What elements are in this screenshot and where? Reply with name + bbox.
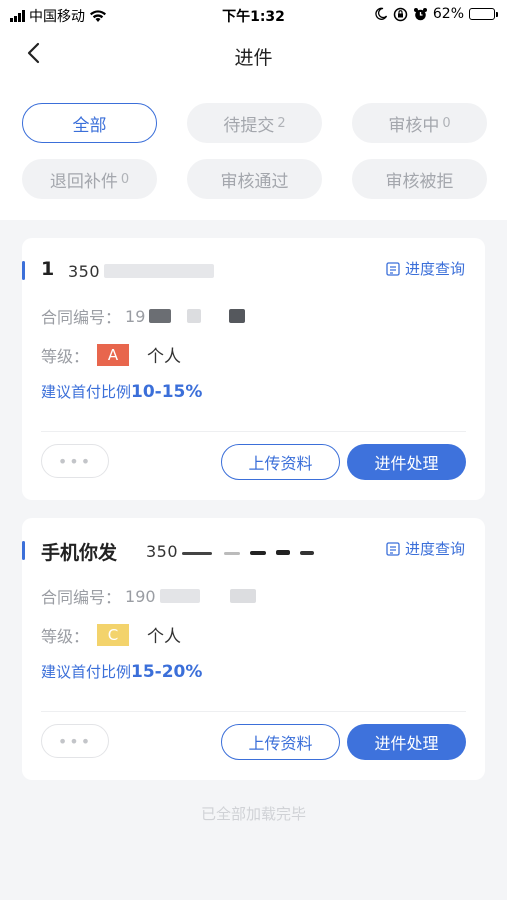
progress-query-link[interactable]: 进度查询 [385,538,465,559]
tab-label: 审核通过 [220,171,289,192]
tab-label: 退回补件 [49,171,118,192]
customer-name: 手机你发 [41,542,118,564]
redaction-mask [229,589,256,603]
grade-label: 等级： [41,626,90,646]
tab-count: 2 [277,115,286,131]
tab-pending-submit[interactable]: 待提交 2 [187,103,322,143]
grade-row: 等级： C 个人 [41,622,181,647]
process-application-button[interactable]: 进件处理 [347,724,466,760]
tab-label: 待提交 [223,115,275,136]
upload-materials-button[interactable]: 上传资料 [221,444,340,480]
contract-label: 合同编号： [41,588,122,607]
document-icon [386,541,400,556]
tab-all[interactable]: 全部 [22,103,157,143]
contract-number: 19 [125,306,146,326]
phone-number: 350 [146,542,315,561]
rotation-lock-icon [393,7,408,21]
tab-under-review[interactable]: 审核中 0 [352,103,487,143]
customer-name: 1 [41,258,55,280]
tab-count: 0 [120,171,130,187]
tab-returned[interactable]: 退回补件 0 [22,159,157,199]
battery-icon [469,8,498,20]
grade-row: 等级： A 个人 [41,342,181,367]
nav-bar: 进件 [0,30,507,80]
contract-row: 合同编号： 19 [41,304,246,328]
grade-badge: C [97,623,130,646]
down-payment-ratio: 建议首付比例15-20% [41,662,203,682]
page-title: 进件 [234,47,273,69]
redaction-mask [229,309,246,323]
tab-approved[interactable]: 审核通过 [187,159,322,199]
grade-badge: A [97,343,130,366]
status-bar: 中国移动 下午1:32 62% [0,0,507,30]
moon-icon [375,7,387,20]
document-icon [386,261,400,276]
customer-type: 个人 [147,347,182,367]
card-accent-bar [22,261,25,280]
phone-number: 350 [68,262,215,281]
load-complete-text: 已全部加载完毕 [200,805,306,823]
down-payment-ratio: 建议首付比例10-15% [41,382,203,402]
divider [41,711,466,712]
redaction-mask [187,309,202,323]
progress-query-label: 进度查询 [404,540,465,558]
grade-label: 等级： [41,346,90,366]
application-card: 1 350 进度查询 合同编号： 19 等级： A 个人 建议首付比例10-15… [22,238,485,500]
contract-number: 190 [125,586,156,606]
contract-label: 合同编号： [41,308,122,327]
progress-query-label: 进度查询 [404,260,465,278]
progress-query-link[interactable]: 进度查询 [385,258,465,279]
tab-label: 审核被拒 [385,171,454,192]
tab-count: 0 [442,115,451,131]
tab-label: 审核中 [388,115,440,136]
more-button[interactable]: ••• [41,724,109,758]
redaction-mask [159,589,200,603]
customer-type: 个人 [147,627,182,647]
tab-label: 全部 [72,115,107,136]
more-button[interactable]: ••• [41,444,109,478]
card-accent-bar [22,541,25,560]
alarm-icon [413,7,427,20]
battery-percent: 62% [432,6,464,22]
upload-materials-button[interactable]: 上传资料 [221,724,340,760]
application-card: 手机你发 350 进度查询 合同编号： 190 等级： C 个人 建议首付比例1… [22,518,485,780]
contract-row: 合同编号： 190 [41,584,256,608]
process-application-button[interactable]: 进件处理 [347,444,466,480]
filter-tabs: 全部 待提交 2 审核中 0 退回补件 0 审核通过 审核被拒 [22,103,488,199]
tab-rejected[interactable]: 审核被拒 [352,159,487,199]
redaction-mask [149,309,172,323]
divider [41,431,466,432]
